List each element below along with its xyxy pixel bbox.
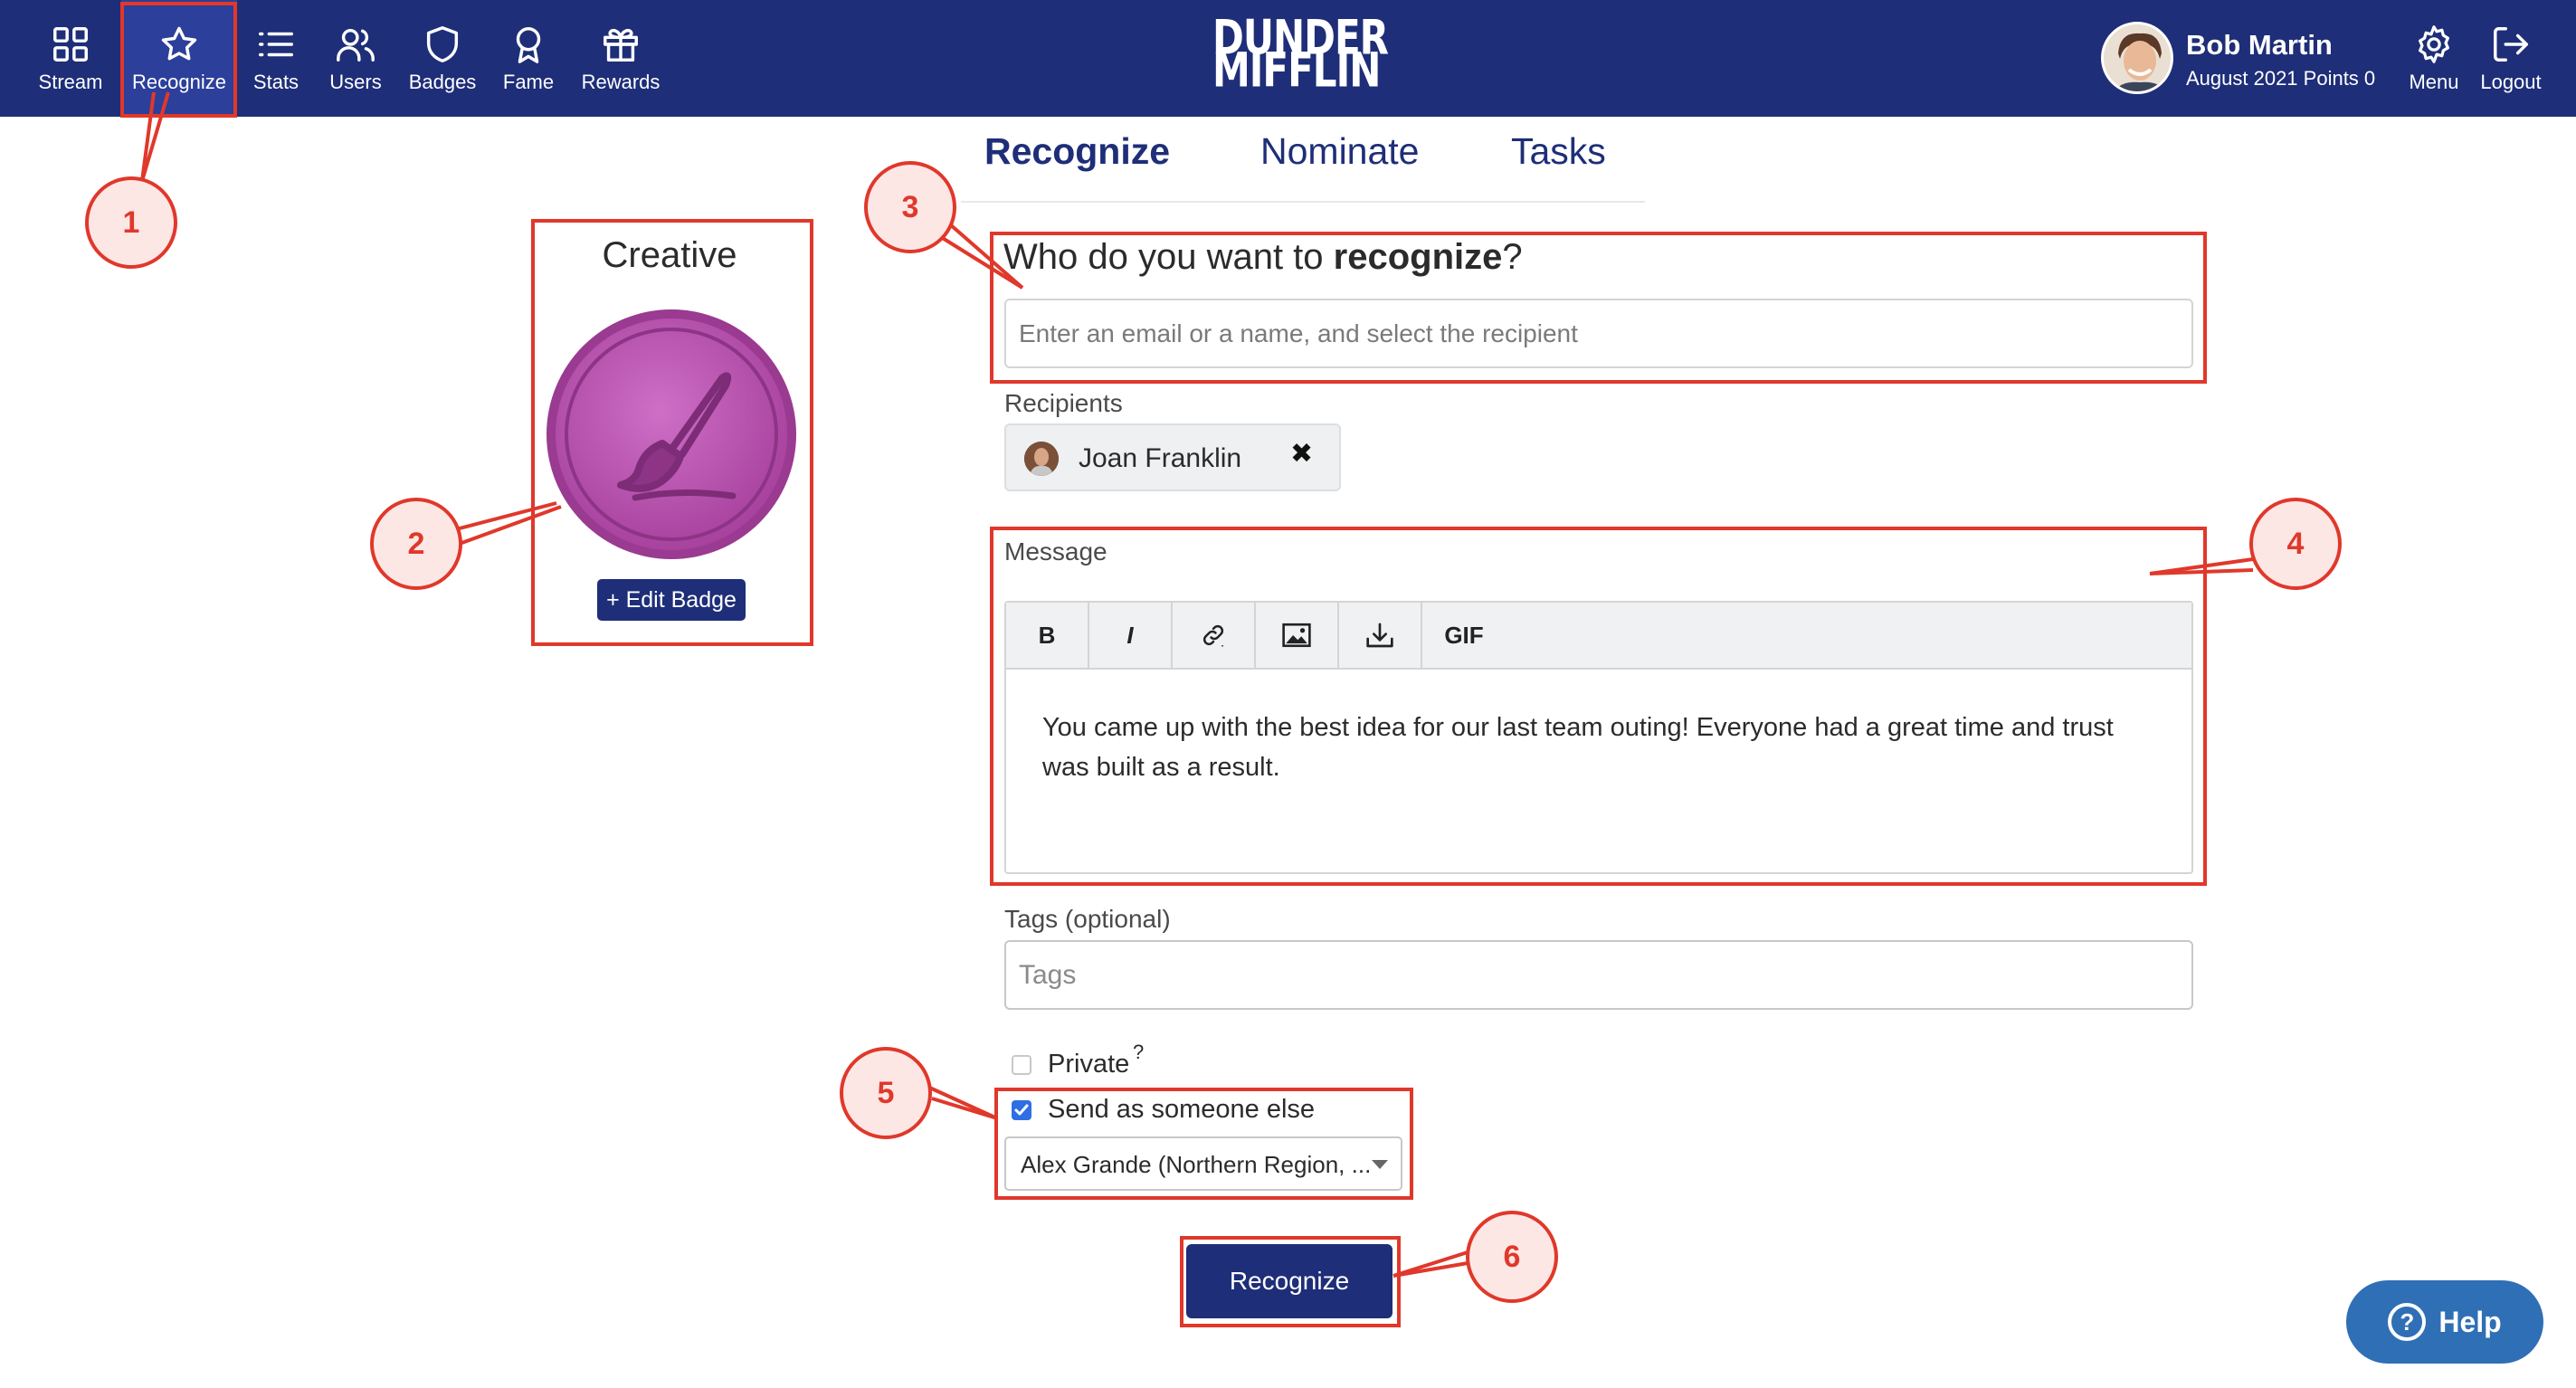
annotation-box-2 <box>531 219 813 646</box>
nav-item-stats[interactable]: Stats <box>241 0 311 117</box>
tags-input[interactable] <box>1004 940 2193 1010</box>
remove-recipient-icon[interactable]: ✖ <box>1290 438 1313 470</box>
recipient-name: Joan Franklin <box>1079 443 1242 473</box>
annotation-box-1 <box>120 2 237 118</box>
nav-item-stream[interactable]: Stream <box>16 0 125 117</box>
tab-divider <box>961 201 1645 203</box>
private-checkbox[interactable] <box>1012 1055 1031 1075</box>
tab-tasks[interactable]: Tasks <box>1511 130 1606 173</box>
annotation-box-4 <box>990 527 2207 886</box>
grid-icon <box>53 26 88 62</box>
logout-icon <box>2494 26 2528 62</box>
tab-recognize[interactable]: Recognize <box>984 130 1170 173</box>
help-label: Help <box>2438 1305 2502 1338</box>
private-help-icon[interactable]: ? <box>1133 1041 1144 1064</box>
nav-item-users[interactable]: Users <box>317 0 394 117</box>
annotation-marker-3: 3 <box>864 161 956 253</box>
recipient-avatar <box>1024 442 1059 476</box>
nav-item-label: Users <box>329 70 382 93</box>
question-circle-icon: ? <box>2388 1303 2427 1341</box>
tab-nominate[interactable]: Nominate <box>1260 130 1419 173</box>
nav-item-fame[interactable]: Fame <box>492 0 565 117</box>
annotation-marker-6: 6 <box>1466 1211 1558 1303</box>
nav-item-label: Stats <box>252 70 299 93</box>
nav-item-label: Fame <box>502 70 555 93</box>
recipients-label: Recipients <box>1004 389 1123 417</box>
annotation-box-5 <box>994 1088 1413 1200</box>
logo-line: MIFFLIN <box>1212 42 1381 98</box>
users-icon <box>337 28 375 62</box>
list-icon <box>259 32 293 56</box>
annotation-marker-5: 5 <box>840 1047 932 1139</box>
nav-item-rewards[interactable]: Rewards <box>575 0 666 117</box>
gear-icon <box>2419 24 2449 63</box>
award-ribbon-icon <box>516 26 541 63</box>
gift-icon <box>604 28 638 62</box>
nav-item-menu[interactable]: Menu <box>2398 0 2470 117</box>
nav-item-label: Logout <box>2480 70 2542 93</box>
annotation-marker-1: 1 <box>85 176 177 269</box>
nav-item-badges[interactable]: Badges <box>402 0 483 117</box>
user-points: August 2021 Points 0 <box>2186 67 2376 90</box>
user-avatar[interactable] <box>2101 22 2173 94</box>
person-portrait-icon <box>1024 442 1059 476</box>
nav-item-label: Rewards <box>581 70 661 93</box>
nav-item-logout[interactable]: Logout <box>2470 0 2552 117</box>
nav-item-label: Stream <box>38 70 103 93</box>
annotation-box-3 <box>990 232 2207 384</box>
top-navigation-bar: Stream Recognize Stats Users Badges Fame… <box>0 0 2576 117</box>
nav-item-label: Badges <box>408 70 477 93</box>
annotation-marker-2: 2 <box>370 498 462 590</box>
user-name[interactable]: Bob Martin <box>2186 29 2333 62</box>
shield-icon <box>426 25 459 62</box>
person-portrait-icon <box>2104 24 2171 91</box>
annotation-marker-4: 4 <box>2249 498 2342 590</box>
help-button[interactable]: ? Help <box>2346 1280 2543 1364</box>
recipient-chip: Joan Franklin ✖ <box>1004 423 1341 491</box>
nav-item-label: Menu <box>2409 70 2459 93</box>
company-logo: DUNDER MIFFLIN <box>1212 14 1389 98</box>
annotation-box-6 <box>1180 1236 1401 1327</box>
private-label: Private <box>1048 1050 1130 1079</box>
tags-label: Tags (optional) <box>1004 905 1171 933</box>
